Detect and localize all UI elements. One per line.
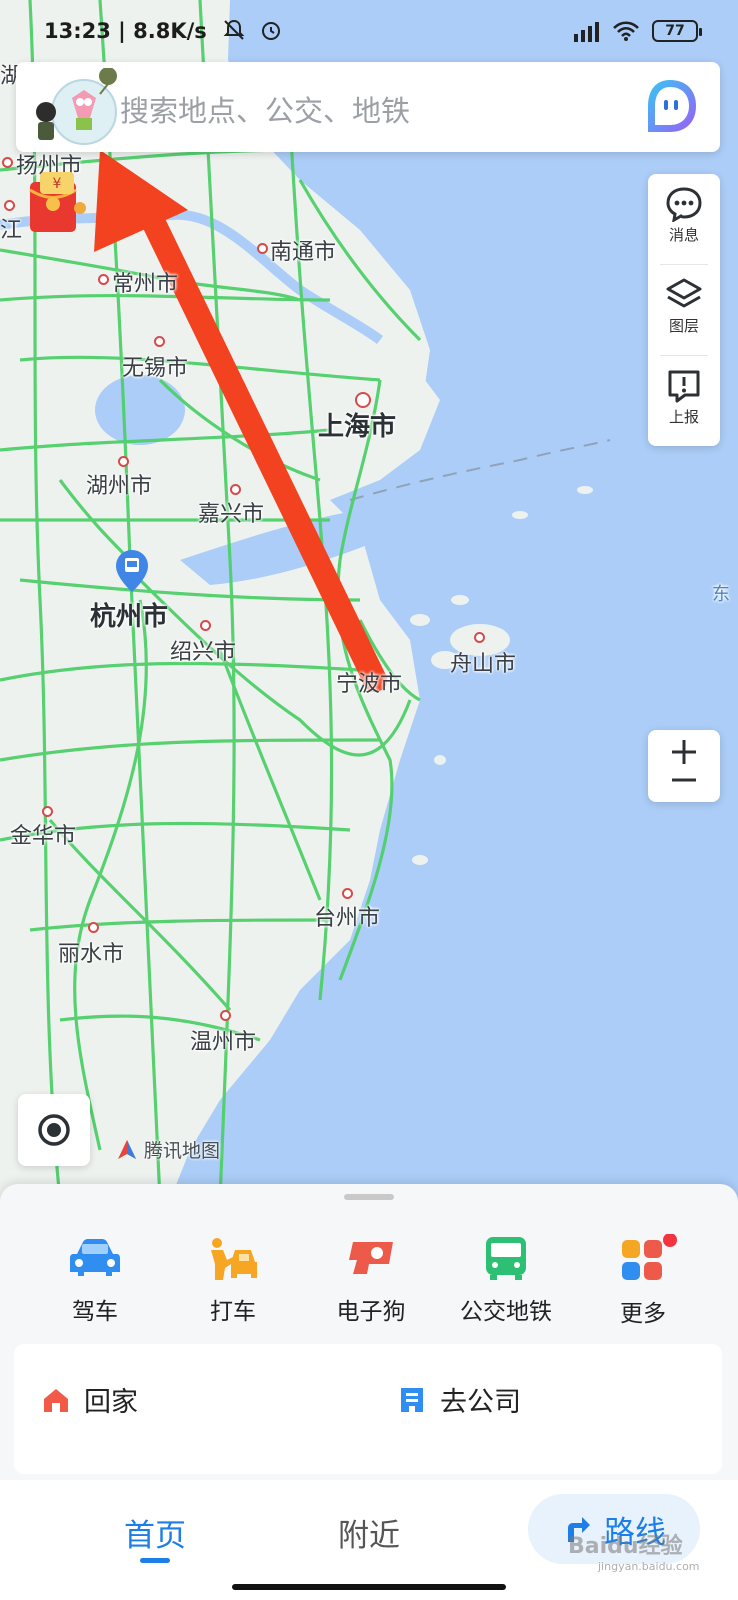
more-label: 更多 bbox=[620, 1301, 666, 1327]
city-dot bbox=[200, 620, 211, 631]
city-dot bbox=[42, 806, 53, 817]
tab-home[interactable]: 首页 bbox=[124, 1510, 186, 1555]
city-dot bbox=[118, 456, 129, 467]
office-building-icon bbox=[401, 1387, 423, 1412]
layers-icon bbox=[666, 278, 702, 308]
svg-text:¥: ¥ bbox=[53, 176, 62, 192]
bus-icon bbox=[486, 1237, 526, 1280]
map-brand-label: 腾讯地图 bbox=[144, 1140, 221, 1162]
map-brand: 腾讯地图 bbox=[114, 1136, 220, 1163]
city-dot bbox=[88, 922, 99, 933]
speed-camera-button[interactable]: 电子狗 bbox=[316, 1234, 426, 1326]
city-label[interactable]: 温州市 bbox=[190, 1024, 256, 1056]
city-label[interactable]: 绍兴市 bbox=[170, 634, 236, 666]
city-dot bbox=[474, 632, 485, 643]
drive-button[interactable]: 驾车 bbox=[40, 1234, 150, 1326]
status-left: 13:23 | 8.8K/s bbox=[44, 18, 283, 43]
clock: 13:23 bbox=[44, 19, 111, 43]
transit-pin-icon[interactable] bbox=[114, 548, 150, 594]
saved-places: 回家 去公司 bbox=[14, 1344, 722, 1474]
network-speed: 8.8K/s bbox=[133, 19, 207, 43]
report-icon bbox=[668, 370, 700, 403]
apps-grid-icon bbox=[622, 1234, 677, 1280]
layers-button[interactable]: 图层 bbox=[648, 265, 720, 355]
city-dot bbox=[2, 157, 13, 168]
search-bar[interactable]: 搜索地点、公交、地铁 bbox=[16, 62, 720, 152]
map-view[interactable]: 扬州市 江 湖 南通市 常州市 无锡市 上海市 湖州市 嘉兴市 杭州市 绍兴市 … bbox=[0, 0, 738, 1201]
transit-button[interactable]: 公交地铁 bbox=[452, 1234, 560, 1326]
city-dot bbox=[257, 243, 268, 254]
zoom-control[interactable] bbox=[648, 730, 720, 802]
drive-label: 驾车 bbox=[72, 1299, 118, 1325]
taxi-label: 打车 bbox=[210, 1299, 256, 1325]
city-dot bbox=[4, 200, 15, 211]
taxi-button[interactable]: 打车 bbox=[178, 1234, 288, 1326]
wifi-icon bbox=[613, 21, 639, 41]
tencent-map-logo-icon bbox=[118, 1139, 136, 1159]
city-label[interactable]: 上海市 bbox=[318, 406, 396, 443]
watermark: Baidu经验 bbox=[568, 1534, 683, 1559]
status-bar: 13:23 | 8.8K/s 77 bbox=[0, 0, 738, 62]
city-label[interactable]: 湖州市 bbox=[86, 468, 152, 500]
city-label[interactable]: 江 bbox=[0, 212, 22, 244]
notification-dot bbox=[663, 1234, 677, 1247]
report-label: 上报 bbox=[668, 408, 699, 426]
sea-label: 东 bbox=[712, 584, 730, 605]
city-dot bbox=[342, 888, 353, 899]
home-label: 回家 bbox=[84, 1387, 138, 1418]
status-right: 77 bbox=[572, 20, 702, 42]
company-label: 去公司 bbox=[440, 1387, 521, 1418]
zoom-icon[interactable] bbox=[648, 730, 720, 802]
locate-button[interactable] bbox=[18, 1094, 90, 1166]
chat-bubble-icon bbox=[666, 187, 702, 222]
map-tools-panel: 消息 图层 上报 bbox=[648, 174, 720, 446]
home-indicator[interactable] bbox=[232, 1584, 506, 1590]
messages-button[interactable]: 消息 bbox=[648, 174, 720, 264]
city-dot bbox=[98, 274, 109, 285]
home-shortcut[interactable]: 回家 bbox=[42, 1380, 138, 1419]
battery-icon: 77 bbox=[652, 20, 702, 42]
tab-nearby[interactable]: 附近 bbox=[338, 1510, 400, 1555]
taxi-icon bbox=[211, 1238, 257, 1280]
messages-label: 消息 bbox=[668, 226, 699, 244]
city-label[interactable]: 无锡市 bbox=[122, 350, 188, 382]
alarm-icon bbox=[262, 22, 281, 40]
status-separator: | bbox=[118, 19, 134, 43]
city-dot bbox=[230, 484, 241, 495]
city-label[interactable]: 宁波市 bbox=[336, 666, 402, 698]
city-label[interactable]: 嘉兴市 bbox=[198, 496, 264, 528]
city-dot bbox=[154, 336, 165, 347]
sheet-drag-handle[interactable] bbox=[344, 1194, 394, 1200]
city-label[interactable]: 台州市 bbox=[314, 900, 380, 932]
locate-icon bbox=[38, 1114, 70, 1146]
profile-avatar[interactable] bbox=[26, 68, 122, 148]
signal-icon bbox=[574, 22, 599, 42]
watermark-url: jingyan.baidu.com bbox=[598, 1560, 700, 1573]
home-icon bbox=[44, 1388, 68, 1412]
assistant-icon[interactable] bbox=[640, 76, 700, 136]
city-dot bbox=[220, 1010, 231, 1021]
report-button[interactable]: 上报 bbox=[648, 356, 720, 446]
city-label[interactable]: 南通市 bbox=[270, 234, 336, 266]
red-packet-icon[interactable]: ¥ bbox=[26, 170, 88, 234]
battery-level: 77 bbox=[665, 23, 685, 39]
mute-bell-icon bbox=[223, 19, 245, 40]
search-input[interactable]: 搜索地点、公交、地铁 bbox=[120, 88, 410, 130]
city-label[interactable]: 舟山市 bbox=[450, 646, 516, 678]
speed-camera-label: 电子狗 bbox=[336, 1299, 406, 1325]
transit-label: 公交地铁 bbox=[460, 1299, 552, 1325]
city-label[interactable]: 杭州市 bbox=[90, 596, 168, 633]
layers-label: 图层 bbox=[668, 317, 699, 335]
company-shortcut[interactable]: 去公司 bbox=[398, 1380, 521, 1419]
active-tab-indicator bbox=[140, 1558, 170, 1563]
car-icon bbox=[70, 1239, 120, 1276]
city-label[interactable]: 常州市 bbox=[112, 266, 178, 298]
more-button[interactable]: 更多 bbox=[588, 1234, 698, 1328]
speed-camera-icon bbox=[349, 1242, 393, 1274]
city-label[interactable]: 金华市 bbox=[10, 818, 76, 850]
city-label[interactable]: 丽水市 bbox=[58, 936, 124, 968]
